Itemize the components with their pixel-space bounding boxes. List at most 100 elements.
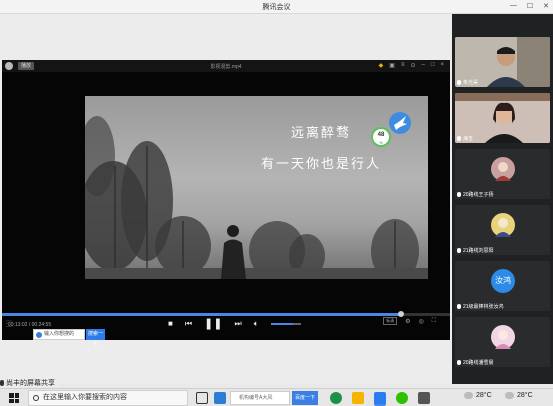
player-close-icon[interactable]: × bbox=[440, 62, 444, 69]
browser-search-button[interactable]: 搜索一下 bbox=[86, 329, 105, 348]
tencent-meeting-icon[interactable] bbox=[374, 392, 386, 404]
volume-fill bbox=[270, 322, 293, 325]
weather-temp-secondary: 28°C bbox=[517, 392, 533, 399]
participant-name: 海玉 bbox=[457, 135, 473, 142]
participant-avatar bbox=[491, 157, 515, 181]
taskbar-running-apps bbox=[330, 392, 430, 404]
participant-tile[interactable]: 20路线潘雪晨 bbox=[455, 317, 550, 367]
minimize-button[interactable]: — bbox=[510, 2, 517, 10]
next-icon[interactable]: ⏭ bbox=[234, 319, 241, 329]
mic-icon bbox=[457, 360, 461, 365]
participant-tile[interactable]: 朱光昊 bbox=[455, 37, 550, 87]
participant-name-text: 海玉 bbox=[463, 136, 474, 142]
player-minimize-icon[interactable]: – bbox=[422, 62, 425, 69]
playlist-icon[interactable]: ☰ bbox=[5, 319, 13, 330]
screen-share-indicator[interactable]: 尚丰的屏幕共享 bbox=[0, 378, 59, 387]
weather-widget[interactable]: 28°C bbox=[464, 392, 492, 399]
mic-icon bbox=[457, 80, 461, 85]
screen: 腾讯会议 — ☐ ✕ 播放 影视混剪.mp4 ◆ ▣ ≡ ⊙ – □ × 远离醉… bbox=[0, 0, 553, 406]
mic-icon bbox=[457, 248, 461, 253]
shirt-icon[interactable]: ▣ bbox=[389, 62, 395, 69]
participant-name-text: 朱光昊 bbox=[463, 80, 479, 86]
chrome-icon[interactable] bbox=[330, 392, 342, 404]
windows-start-icon[interactable] bbox=[9, 393, 19, 403]
explorer-icon[interactable] bbox=[352, 392, 364, 404]
player-restore-icon[interactable]: □ bbox=[431, 62, 435, 69]
previous-icon[interactable]: ⏮ bbox=[185, 319, 192, 329]
stop-icon[interactable]: ■ bbox=[168, 319, 173, 328]
player-top-bar: 播放 影视混剪.mp4 ◆ ▣ ≡ ⊙ – □ × bbox=[2, 60, 450, 72]
player-right-controls: 标清 ⚙ ◎ ⛶ bbox=[383, 317, 436, 325]
shared-screen: 播放 影视混剪.mp4 ◆ ▣ ≡ ⊙ – □ × 远离醉骛 有一天你也是行人 … bbox=[0, 14, 452, 384]
pause-icon[interactable]: ❚❚ bbox=[204, 317, 222, 330]
browser-app-icon[interactable] bbox=[214, 392, 226, 404]
participant-avatar bbox=[491, 325, 515, 349]
speed-value: 48 bbox=[377, 132, 385, 138]
mic-icon bbox=[457, 192, 461, 197]
participant-name: 20路线王子扬 bbox=[457, 191, 494, 198]
microphone-icon bbox=[0, 379, 4, 386]
cloud-icon bbox=[464, 392, 473, 399]
taskbar-search-box[interactable]: 在这里输入你要搜索的内容 bbox=[28, 390, 188, 406]
cloud-icon bbox=[505, 392, 514, 399]
equalizer-icon[interactable]: ⚙ bbox=[405, 318, 410, 325]
network-speed-badge[interactable]: 48 % bbox=[371, 127, 391, 147]
settings-icon[interactable]: ◎ bbox=[419, 318, 424, 325]
quality-button[interactable]: 标清 bbox=[383, 317, 398, 325]
playback-time: 00:13:02 / 00:24:55 bbox=[8, 322, 52, 328]
browser-search-input[interactable]: 输入你想搜的 bbox=[33, 329, 85, 340]
close-button[interactable]: ✕ bbox=[543, 2, 549, 10]
pin-icon[interactable]: ⊙ bbox=[410, 62, 415, 69]
participant-name: 21级最棒林张汝鸿 bbox=[457, 303, 504, 310]
participant-tile[interactable]: 20路线王子扬 bbox=[455, 149, 550, 199]
taskbar-search-placeholder: 在这里输入你要搜索的内容 bbox=[43, 394, 127, 401]
progress-fill bbox=[2, 313, 401, 316]
dove-icon bbox=[389, 112, 411, 134]
fullscreen-icon[interactable]: ⛶ bbox=[432, 318, 436, 325]
participant-name-text: 21路线刘思阳 bbox=[463, 248, 494, 254]
maximize-button[interactable]: ☐ bbox=[527, 2, 533, 10]
app-icon[interactable] bbox=[418, 392, 430, 404]
video-frame[interactable]: 远离醉骛 有一天你也是行人 48 % bbox=[85, 96, 428, 279]
video-scene bbox=[85, 116, 428, 279]
mic-icon bbox=[457, 136, 461, 141]
screen-share-label: 尚丰的屏幕共享 bbox=[6, 379, 55, 387]
participant-tile[interactable]: 21路线刘思阳 bbox=[455, 205, 550, 255]
task-view-icon[interactable] bbox=[196, 392, 208, 404]
subtitle-line-2: 有一天你也是行人 bbox=[261, 157, 382, 172]
taskbar-browser-search-input[interactable]: 机构编号A大风 bbox=[230, 391, 290, 405]
progress-bar[interactable] bbox=[2, 311, 450, 317]
meeting-title-bar: 腾讯会议 — ☐ ✕ bbox=[0, 0, 553, 14]
participant-name-text: 20路线潘雪晨 bbox=[463, 360, 494, 366]
participant-name: 20路线潘雪晨 bbox=[457, 359, 494, 366]
participant-name: 21路线刘思阳 bbox=[457, 247, 494, 254]
video-player: 播放 影视混剪.mp4 ◆ ▣ ≡ ⊙ – □ × 远离醉骛 有一天你也是行人 … bbox=[2, 60, 450, 340]
window-controls: — ☐ ✕ bbox=[510, 2, 549, 10]
taskbar-pinned-apps bbox=[196, 392, 226, 404]
volume-icon[interactable]: 🔈︎ bbox=[254, 319, 259, 329]
participant-name-text: 21级最棒林张汝鸿 bbox=[463, 304, 504, 310]
participant-tile[interactable]: 海玉 bbox=[455, 93, 550, 143]
participant-tile[interactable]: 汝鸿 21级最棒林张汝鸿 bbox=[455, 261, 550, 311]
player-toolbar: ◆ ▣ ≡ ⊙ – □ × bbox=[379, 62, 444, 69]
mic-icon bbox=[457, 304, 461, 309]
browser-search-placeholder: 输入你想搜的 bbox=[44, 331, 75, 337]
game-icon[interactable]: ◆ bbox=[379, 62, 384, 69]
participant-panel: 朱光昊 海玉 20路线王子扬 21路线刘思阳 汝鸿 21级最棒林张汝鸿 20路线… bbox=[452, 14, 553, 384]
meeting-title: 腾讯会议 bbox=[262, 4, 291, 11]
wechat-icon[interactable] bbox=[396, 392, 408, 404]
weather-widget-secondary[interactable]: 28°C bbox=[505, 392, 533, 399]
speed-unit: % bbox=[379, 140, 383, 145]
volume-slider[interactable] bbox=[270, 322, 301, 325]
ie-icon bbox=[36, 332, 42, 338]
participant-avatar: 汝鸿 bbox=[491, 269, 515, 293]
weather-temp: 28°C bbox=[476, 392, 492, 399]
menu-icon[interactable]: ≡ bbox=[401, 62, 405, 69]
playback-controls: ■ ⏮ ❚❚ ⏭ 🔈︎ bbox=[168, 317, 301, 330]
taskbar: 在这里输入你要搜索的内容 机构编号A大风 百度一下 28°C 28°C bbox=[0, 388, 553, 406]
participant-name-text: 20路线王子扬 bbox=[463, 192, 494, 198]
participant-name: 朱光昊 bbox=[457, 79, 478, 86]
participant-avatar bbox=[491, 213, 515, 237]
taskbar-browser-search-button[interactable]: 百度一下 bbox=[292, 391, 318, 405]
subtitle-line-1: 远离醉骛 bbox=[291, 126, 352, 141]
